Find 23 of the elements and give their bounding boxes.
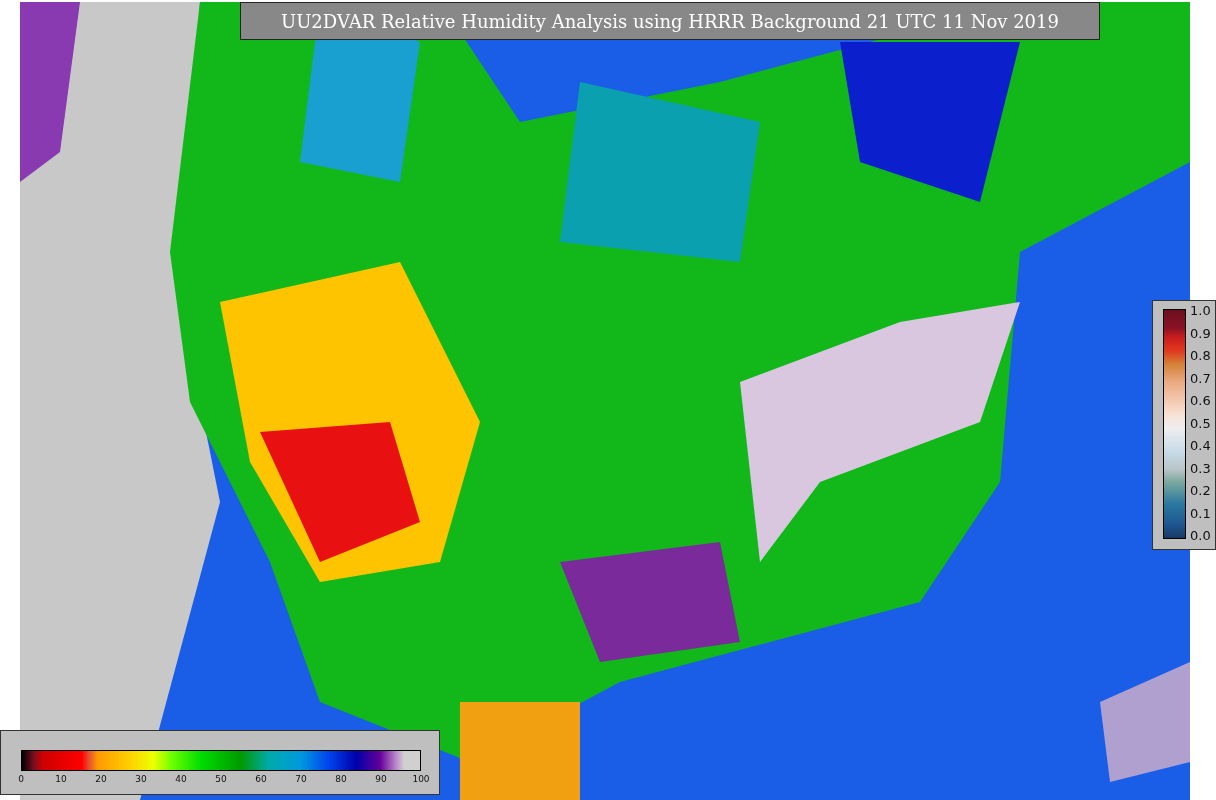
tick-label: 80 [334, 774, 348, 784]
tick-label: 0.9 [1190, 325, 1211, 341]
tick-label: 0.4 [1190, 438, 1211, 453]
tick-label: 60 [254, 774, 268, 784]
tick-label: 0.7 [1190, 370, 1211, 386]
tick-label: 50 [214, 774, 228, 784]
map-title: UU2DVAR Relative Humidity Analysis using HRRR Background 21 UTC 11 Nov 2019 [240, 2, 1100, 40]
tick-label: 90 [374, 774, 388, 784]
tick-label: 0.0 [1190, 528, 1211, 543]
tick-label: 0.6 [1190, 393, 1211, 408]
tick-label: 0 [17, 774, 25, 784]
tick-label: 0.2 [1190, 483, 1211, 498]
tick-label: 70 [294, 774, 308, 784]
tick-label: 40 [174, 774, 188, 784]
tick-label: 10 [54, 774, 68, 784]
tick-label: 0.5 [1190, 415, 1211, 431]
tick-label: 30 [134, 774, 148, 784]
tick-label: 1.0 [1190, 303, 1211, 318]
tick-label: 100 [411, 774, 431, 784]
tick-label: 0.1 [1190, 505, 1211, 521]
tick-label: 0.3 [1190, 460, 1211, 476]
tick-label: 0.8 [1190, 348, 1211, 363]
tick-label: 20 [94, 774, 108, 784]
